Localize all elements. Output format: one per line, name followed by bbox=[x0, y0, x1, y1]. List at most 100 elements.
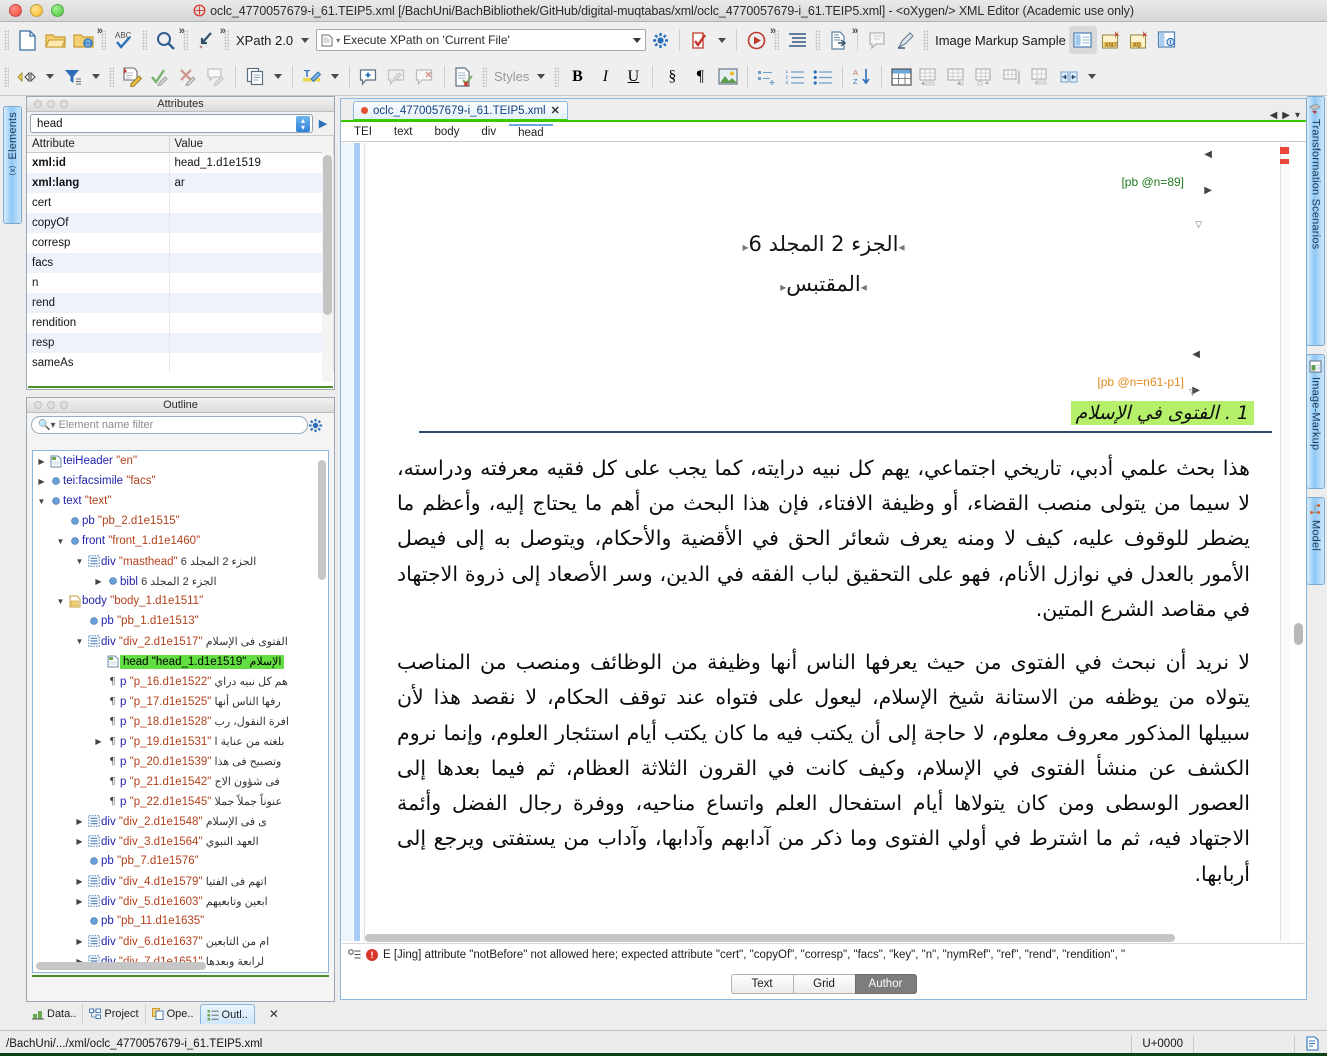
tree-expand-icon[interactable]: ▶ bbox=[73, 877, 86, 886]
attribute-value[interactable] bbox=[169, 272, 334, 293]
reject-change-button[interactable] bbox=[174, 63, 202, 91]
validation-message-bar[interactable]: ! E [Jing] attribute "notBefore" not all… bbox=[342, 943, 1305, 965]
outline-vertical-scrollbar[interactable] bbox=[317, 452, 327, 960]
attribute-row[interactable]: n bbox=[27, 272, 334, 293]
copy-button[interactable] bbox=[241, 63, 269, 91]
breadcrumb-item-text[interactable]: text bbox=[385, 125, 422, 139]
outline-settings-button[interactable] bbox=[308, 418, 330, 433]
toolbar-grip[interactable] bbox=[923, 30, 929, 50]
dock-close-button[interactable]: ✕ bbox=[255, 1004, 293, 1024]
highlight-text-button[interactable]: T bbox=[298, 63, 326, 91]
dock-tab-project[interactable]: Project bbox=[82, 1004, 144, 1024]
sort-button[interactable]: AZ bbox=[848, 63, 876, 91]
attribute-value[interactable] bbox=[169, 292, 334, 313]
outline-tree-row[interactable]: pb "pb_7.d1e1576" bbox=[33, 851, 328, 871]
attribute-value[interactable] bbox=[169, 192, 334, 213]
outline-tree-row[interactable]: ▼ div "masthead" الجزء 2 المجلد 6 bbox=[33, 551, 328, 571]
outline-tree-row[interactable]: ▶ div "div_6.d1e1637" ام من التابعين bbox=[33, 931, 328, 951]
xpath-version-label[interactable]: XPath 2.0 bbox=[233, 33, 296, 48]
insert-image-button[interactable] bbox=[714, 63, 742, 91]
breadcrumb-item-div[interactable]: div bbox=[472, 125, 505, 139]
attribute-value[interactable] bbox=[169, 352, 334, 373]
outline-tree-row[interactable]: ¶ p "p_22.d1e1545" عنوناً جملاً جملا bbox=[33, 791, 328, 811]
insert-row-button[interactable] bbox=[915, 63, 943, 91]
toolbar-grip[interactable] bbox=[554, 66, 560, 87]
sidebar-tab-elements[interactable]: Elements ⟨x⟩ bbox=[3, 106, 22, 224]
sidebar-tab-model[interactable]: Model bbox=[1306, 497, 1325, 585]
toolbar-grip[interactable] bbox=[101, 30, 106, 50]
masthead-line-2[interactable]: ◂المقتبس▸ bbox=[367, 265, 1280, 305]
outline-tree-row[interactable]: ▼ front "front_1.d1e1460" bbox=[33, 531, 328, 551]
outline-tree-row[interactable]: ▶ ¶ p "p_19.d1e1531" بلغته من عناية ا bbox=[33, 731, 328, 751]
attributes-element-combo[interactable]: head ▴ ▾ bbox=[30, 114, 313, 133]
attribute-row[interactable]: rend bbox=[27, 292, 334, 313]
toolbar-grip[interactable] bbox=[774, 30, 780, 50]
bold-button[interactable]: B bbox=[563, 63, 591, 91]
outline-tree-row[interactable]: ¶ p "p_18.d1e1528" افرة النقول، رب bbox=[33, 711, 328, 731]
xpath-version-caret-icon[interactable] bbox=[301, 37, 310, 43]
attribute-row[interactable]: copyOf bbox=[27, 212, 334, 233]
toolbar-grip[interactable] bbox=[815, 30, 821, 50]
tree-collapse-icon[interactable]: ▼ bbox=[73, 637, 86, 646]
message-list-icon[interactable] bbox=[348, 948, 361, 961]
xpath-scope-caret-icon[interactable]: ▾ bbox=[336, 36, 340, 45]
pb-tag-top[interactable]: [pb @n=89] bbox=[1121, 175, 1184, 189]
numbered-list-button[interactable]: 123 bbox=[781, 63, 809, 91]
goto-button[interactable]: » bbox=[192, 25, 226, 54]
insert-table-button[interactable] bbox=[887, 63, 915, 91]
outline-hscrollbar-thumb[interactable] bbox=[36, 962, 206, 970]
toolbar-grip[interactable] bbox=[109, 66, 114, 87]
outline-tree-row[interactable]: ▶ bibl الجزء 2 المجلد 6 bbox=[33, 571, 328, 591]
find-replace-button[interactable]: » bbox=[151, 25, 185, 54]
format-indent-button[interactable] bbox=[783, 26, 811, 54]
italic-button[interactable]: I bbox=[591, 63, 619, 91]
dock-tab-open-files[interactable]: Ope.. bbox=[144, 1004, 200, 1024]
highlight-caret-icon[interactable] bbox=[331, 74, 339, 79]
insert-column-button[interactable] bbox=[943, 63, 971, 91]
mode-tab-text[interactable]: Text bbox=[730, 974, 793, 994]
document-vertical-scrollbar[interactable] bbox=[1292, 143, 1304, 941]
apply-xslt-button[interactable]: XSLT bbox=[1097, 26, 1125, 54]
attribute-row[interactable]: facs bbox=[27, 252, 334, 273]
close-icon[interactable]: ✕ bbox=[551, 104, 560, 117]
apply-transformation-button[interactable]: » bbox=[742, 25, 776, 54]
xpath-scope-icon[interactable] bbox=[321, 34, 333, 47]
attribute-value[interactable]: ar bbox=[169, 172, 334, 193]
tree-collapse-icon[interactable]: ▼ bbox=[54, 537, 67, 546]
merge-cells-button[interactable] bbox=[1027, 63, 1055, 91]
show-xml-view-button[interactable] bbox=[1068, 26, 1097, 54]
outline-tree-row[interactable]: ▶ div "div_2.d1e1548" ى فى الإسلام bbox=[33, 811, 328, 831]
tree-expand-icon[interactable]: ▶ bbox=[92, 577, 105, 586]
outline-tree[interactable]: ▶ teiHeader "en" ▶ tei:facsimile "facs" ▼ tex… bbox=[32, 450, 329, 973]
bulleted-list-button[interactable] bbox=[809, 63, 837, 91]
attribute-value[interactable] bbox=[169, 312, 334, 333]
masthead-line-1[interactable]: ◂الجزء 2 المجلد 6▸ bbox=[367, 225, 1280, 265]
outline-horizontal-scrollbar[interactable] bbox=[34, 961, 316, 971]
sidebar-tab-image-markup[interactable]: Image-Markup bbox=[1306, 354, 1325, 489]
document-overview-ruler[interactable] bbox=[1280, 143, 1290, 941]
outline-tree-row[interactable]: ▶ tei:facsimile "facs" bbox=[33, 471, 328, 491]
styles-caret-icon[interactable] bbox=[537, 74, 546, 79]
tree-expand-icon[interactable]: ▶ bbox=[73, 817, 86, 826]
spell-check-button[interactable]: ABC bbox=[110, 26, 138, 54]
outline-tree-row[interactable]: ¶ p "p_21.d1e1542" فى شؤون الاج bbox=[33, 771, 328, 791]
attributes-scrollbar[interactable] bbox=[322, 152, 333, 382]
attribute-row[interactable]: xml:id head_1.d1e1519 bbox=[27, 152, 334, 173]
status-log-icon[interactable] bbox=[1305, 1036, 1327, 1051]
tree-expand-icon[interactable]: ▶ bbox=[73, 897, 86, 906]
xpath-input[interactable]: ▾ Execute XPath on 'Current File' bbox=[316, 29, 647, 51]
open-file-button[interactable] bbox=[41, 26, 69, 54]
attribute-row[interactable]: rendition bbox=[27, 312, 334, 333]
document-paragraph[interactable]: هذا بحث علمي أدبي، تاريخي اجتماعي، يهم ك… bbox=[397, 451, 1250, 627]
xpath-options-button[interactable] bbox=[646, 26, 674, 54]
copy-caret-icon[interactable] bbox=[274, 74, 282, 79]
outline-tree-row[interactable]: ▶div "div_8.d1e1710" السلف للفتيا bbox=[33, 971, 328, 972]
outline-tree-row[interactable]: ▶ div "div_5.d1e1603" ابعين وتابعيهم bbox=[33, 891, 328, 911]
document-paragraph[interactable]: لا نريد أن نبحث في الفتوى من حيث يعرفها … bbox=[397, 645, 1250, 892]
outline-tree-row[interactable]: ▼ text "text" bbox=[33, 491, 328, 511]
combo-stepper-icon[interactable]: ▴ ▾ bbox=[296, 115, 310, 132]
edit-annotation-button[interactable] bbox=[863, 26, 891, 54]
attribute-value[interactable]: head_1.d1e1519 bbox=[169, 152, 334, 173]
tree-expand-icon[interactable]: ▶ bbox=[35, 457, 48, 466]
outline-tree-row[interactable]: ▼ body "body_1.d1e1511" bbox=[33, 591, 328, 611]
